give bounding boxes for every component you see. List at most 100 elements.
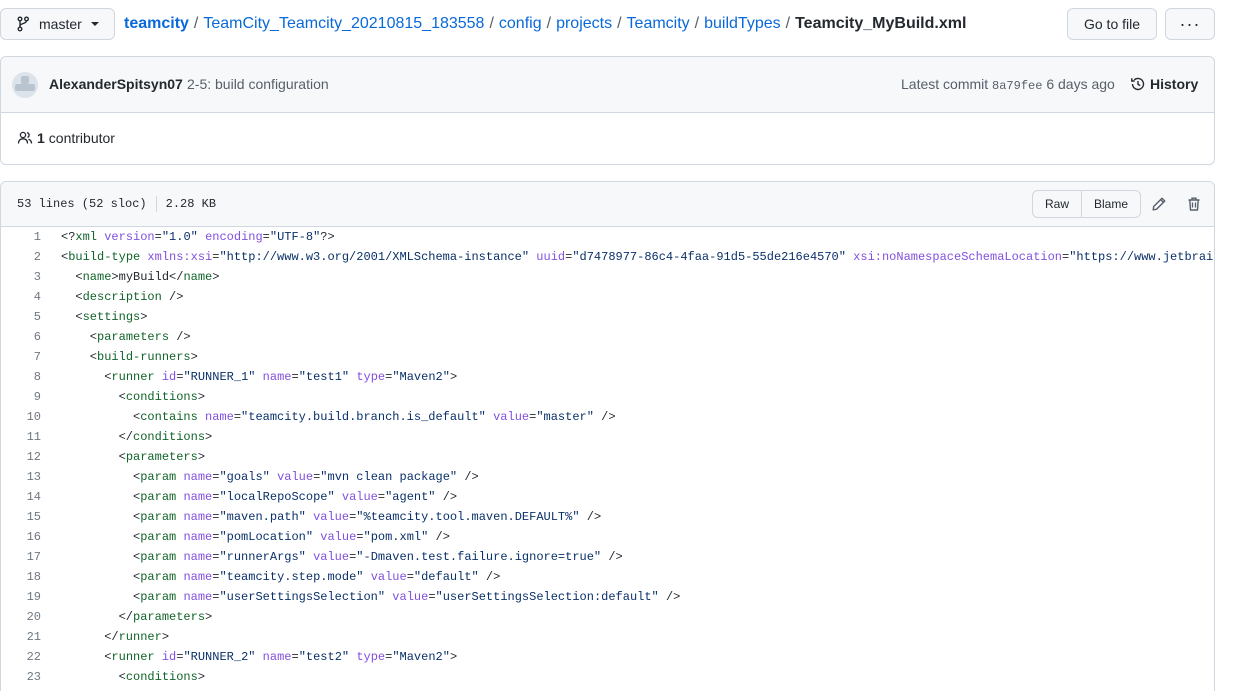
line-content: <name>myBuild</name> [61,270,220,284]
people-icon [17,131,33,144]
line-number[interactable]: 18 [1,567,41,587]
line-number[interactable]: 1 [1,227,41,247]
contributor-count: 1 [37,130,45,146]
latest-commit-info: Latest commit 8a79fee 6 days ago [901,76,1115,93]
breadcrumb-separator: / [489,15,494,32]
code-line: 1 <?xml version="1.0" encoding="UTF-8"?> [1,227,1214,247]
breadcrumb-separator: / [617,15,622,32]
line-number[interactable]: 22 [1,647,41,667]
go-to-file-button[interactable]: Go to file [1067,8,1157,40]
line-content: </runner> [61,630,170,644]
file-info: 53 lines (52 sloc) 2.28 KB [17,196,216,212]
code-line: 22 <runner id="RUNNER_2" name="test2" ty… [1,647,1214,667]
breadcrumb-separator: / [546,15,552,32]
commit-message-link[interactable]: 2-5: build configuration [187,76,329,92]
line-content: <param name="userSettingsSelection" valu… [61,590,681,604]
file-size: 2.28 KB [165,197,217,211]
file-navigation-bar: master teamcity / TeamCity_Teamcity_202108… [0,8,1234,40]
line-content: <runner id="RUNNER_2" name="test2" type=… [61,650,458,664]
commit-author-link[interactable]: AlexanderSpitsyn07 [49,76,183,92]
breadcrumb-separator: / [785,15,791,32]
breadcrumb-link[interactable]: projects [556,15,612,32]
line-number[interactable]: 20 [1,607,41,627]
commit-sha-link[interactable]: 8a79fee [992,79,1042,93]
code-line: 12 <parameters> [1,447,1214,467]
line-number[interactable]: 16 [1,527,41,547]
line-number[interactable]: 9 [1,387,41,407]
breadcrumb-link[interactable]: Teamcity [627,15,690,32]
line-number[interactable]: 15 [1,507,41,527]
line-number[interactable]: 7 [1,347,41,367]
history-link[interactable]: History [1130,76,1198,92]
line-number[interactable]: 10 [1,407,41,427]
line-number[interactable]: 2 [1,247,41,267]
delete-file-button[interactable] [1186,196,1202,212]
line-content: <settings> [61,310,148,324]
branch-name: master [39,16,82,32]
edit-file-button[interactable] [1151,196,1167,212]
line-content: <param name="runnerArgs" value="-Dmaven.… [61,550,623,564]
breadcrumb-link[interactable]: buildTypes [704,15,781,32]
code-line: 15 <param name="maven.path" value="%team… [1,507,1214,527]
raw-button[interactable]: Raw [1033,191,1081,217]
line-number[interactable]: 14 [1,487,41,507]
code-line: 9 <conditions> [1,387,1214,407]
line-content: </parameters> [61,610,213,624]
breadcrumb-repo-link[interactable]: teamcity [124,15,189,32]
line-number[interactable]: 11 [1,427,41,447]
code-line: 14 <param name="localRepoScope" value="a… [1,487,1214,507]
line-content: <conditions> [61,670,206,684]
branch-selector-button[interactable]: master [0,8,115,40]
line-content: <build-runners> [61,350,198,364]
line-number[interactable]: 13 [1,467,41,487]
code-line: 23 <conditions> [1,667,1214,687]
line-number[interactable]: 19 [1,587,41,607]
file-actions-group: Raw Blame [1032,190,1142,218]
line-content: <param name="goals" value="mvn clean pac… [61,470,479,484]
line-number[interactable]: 12 [1,447,41,467]
git-branch-icon [17,16,31,32]
breadcrumb-separator: / [694,15,700,32]
code-line: 16 <param name="pomLocation" value="pom.… [1,527,1214,547]
line-number[interactable]: 8 [1,367,41,387]
breadcrumb-link[interactable]: TeamCity_Teamcity_20210815_183558 [203,15,484,32]
code-line: 10 <contains name="teamcity.build.branch… [1,407,1214,427]
line-content: <parameters /> [61,330,191,344]
pencil-icon [1152,197,1166,211]
code-view: 1 <?xml version="1.0" encoding="UTF-8"?> 2… [1,227,1214,687]
line-content: <param name="maven.path" value="%teamcit… [61,510,602,524]
history-label: History [1150,76,1199,92]
line-number[interactable]: 21 [1,627,41,647]
code-line: 17 <param name="runnerArgs" value="-Dmav… [1,547,1214,567]
breadcrumb: teamcity / TeamCity_Teamcity_20210815_1835… [124,14,966,34]
line-number[interactable]: 3 [1,267,41,287]
line-number[interactable]: 6 [1,327,41,347]
line-content: <description /> [61,290,184,304]
line-content: <?xml version="1.0" encoding="UTF-8"?> [61,230,335,244]
line-number[interactable]: 17 [1,547,41,567]
code-line: 6 <parameters /> [1,327,1214,347]
line-content: <parameters> [61,450,206,464]
chevron-down-icon [90,22,99,26]
breadcrumb-link[interactable]: config [499,15,542,32]
code-line: 21 </runner> [1,627,1214,647]
line-content: </conditions> [61,430,213,444]
history-icon [1131,77,1145,91]
line-number[interactable]: 5 [1,307,41,327]
code-line: 5 <settings> [1,307,1214,327]
contributors-link[interactable]: 1 contributor [17,130,115,146]
file-viewer: 53 lines (52 sloc) 2.28 KB Raw Blame 1 <?… [0,181,1215,691]
line-number[interactable]: 4 [1,287,41,307]
more-options-button[interactable]: ··· [1165,8,1215,40]
blame-button[interactable]: Blame [1081,191,1140,217]
breadcrumb-separator: / [193,15,199,32]
commit-header: AlexanderSpitsyn07 2-5: build configurat… [1,57,1214,113]
divider [155,196,157,212]
line-number[interactable]: 23 [1,667,41,687]
breadcrumb-current-file: Teamcity_MyBuild.xml [795,15,967,32]
latest-commit-box: AlexanderSpitsyn07 2-5: build configurat… [0,56,1215,165]
file-line-count: 53 lines (52 sloc) [17,197,147,211]
trash-icon [1188,197,1200,211]
avatar[interactable] [12,72,38,98]
line-content: <runner id="RUNNER_1" name="test1" type=… [61,370,458,384]
